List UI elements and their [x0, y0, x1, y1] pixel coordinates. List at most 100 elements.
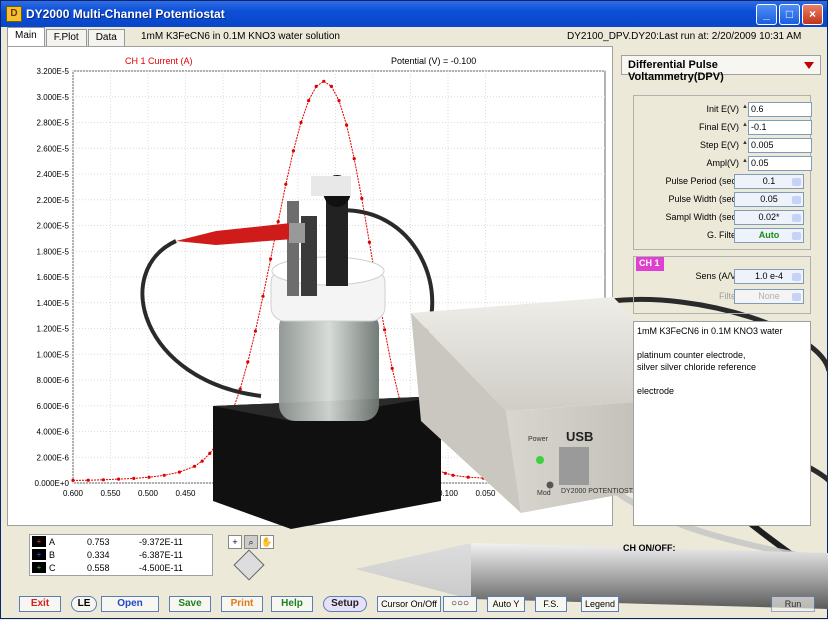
- param-select[interactable]: 0.02*: [734, 210, 804, 225]
- data-point: [527, 477, 531, 481]
- data-point: [360, 196, 364, 201]
- method-selector[interactable]: Differential Pulse Voltammetry(DPV): [621, 55, 821, 83]
- x-tick-label: 0.500: [138, 489, 159, 498]
- data-point: [322, 79, 326, 83]
- data-point: [307, 99, 311, 103]
- param-select[interactable]: 0.1: [734, 174, 804, 189]
- print-button[interactable]: Print: [221, 596, 263, 612]
- y-tick-label: 2.800E-5: [37, 119, 70, 128]
- y-tick-label: 2.000E-5: [37, 222, 70, 231]
- data-point: [253, 329, 257, 333]
- zoom-tool-icon[interactable]: ⌕: [244, 535, 258, 549]
- cursor-indicator: ○○○: [443, 596, 477, 612]
- help-button[interactable]: Help: [271, 596, 313, 612]
- param-select[interactable]: 0.05: [734, 192, 804, 207]
- le-button[interactable]: LE: [71, 596, 97, 612]
- param-input[interactable]: -0.1: [748, 120, 812, 135]
- y-tick-label: 1.400E-5: [37, 299, 70, 308]
- pan-tool-icon[interactable]: ✋: [260, 535, 274, 549]
- y-tick-label: 2.000E-6: [37, 453, 70, 462]
- cursor-table: + A 0.753 -9.372E-11 + B 0.334 -6.387E-1…: [29, 534, 213, 576]
- channel-settings: CH 1 Sens (A/V) 1.0 e-4 Filter None: [633, 256, 811, 314]
- data-point: [512, 477, 516, 481]
- potential-readout: Potential (V) = -0.100: [391, 56, 476, 66]
- full-scale-button[interactable]: F.S.: [535, 596, 567, 612]
- y-tick-label: 3.000E-5: [37, 93, 70, 102]
- y-tick-label: 0.000E+0: [35, 479, 70, 488]
- data-point: [86, 478, 90, 482]
- data-point: [162, 473, 166, 477]
- notes-line-3: silver silver chloride reference: [637, 362, 757, 372]
- setup-button[interactable]: Setup: [323, 596, 367, 612]
- spinner-icon[interactable]: ▲▼: [742, 158, 754, 170]
- spinner-icon[interactable]: ▲▼: [742, 104, 754, 116]
- data-point: [588, 478, 592, 482]
- spinner-icon[interactable]: ▲▼: [742, 140, 754, 152]
- y-tick-label: 6.000E-6: [37, 402, 70, 411]
- crosshair-tool-icon[interactable]: +: [228, 535, 242, 549]
- param-row: G. Filter Auto: [634, 228, 812, 244]
- data-point: [413, 441, 417, 445]
- notes-textbox[interactable]: 1mM K3FeCN6 in 0.1M KNO3 water platinum …: [633, 321, 811, 526]
- cursor-x: 0.558: [87, 562, 110, 573]
- data-point: [291, 149, 295, 153]
- cursor-y: -4.500E-11: [139, 562, 183, 573]
- data-point: [276, 220, 280, 224]
- data-point: [231, 409, 235, 413]
- param-label: Step E(V): [699, 140, 739, 150]
- y-tick-label: 1.800E-5: [37, 247, 70, 256]
- param-input[interactable]: 0.05: [748, 156, 812, 171]
- spinner-icon[interactable]: ▲▼: [742, 122, 754, 134]
- cursor-row-c[interactable]: + C 0.558 -4.500E-11: [30, 561, 212, 574]
- data-point: [208, 451, 212, 455]
- exit-button[interactable]: Exit: [19, 596, 61, 612]
- filter-select[interactable]: None: [734, 289, 804, 304]
- y-tick-label: 4.000E-6: [37, 428, 70, 437]
- cursor-a-icon: +: [32, 536, 46, 547]
- data-point: [573, 478, 577, 482]
- parameter-group: Init E(V)▲▼0.6Final E(V)▲▼-0.1Step E(V)▲…: [633, 95, 812, 250]
- param-input[interactable]: 0.6: [748, 102, 812, 117]
- notes-line-4: electrode: [637, 386, 675, 396]
- data-point: [238, 387, 242, 391]
- data-point: [481, 476, 485, 480]
- param-select[interactable]: Auto: [734, 228, 804, 243]
- data-point: [603, 478, 607, 482]
- param-row: Pulse Width (sec) 0.05: [634, 192, 812, 208]
- param-input[interactable]: 0.005: [748, 138, 812, 153]
- run-button[interactable]: Run: [771, 596, 815, 612]
- data-point: [215, 441, 219, 445]
- notes-line-2: platinum counter electrode,: [637, 350, 746, 360]
- data-point: [261, 294, 265, 298]
- auto-y-button[interactable]: Auto Y: [487, 596, 525, 612]
- legend-button[interactable]: Legend: [581, 596, 619, 612]
- x-tick-label: 0.350: [250, 489, 271, 498]
- param-row: Step E(V)▲▼0.005: [634, 138, 812, 154]
- param-row: Pulse Period (sec) 0.1: [634, 174, 812, 190]
- cursor-toggle-button[interactable]: Cursor On/Off: [377, 596, 441, 612]
- data-point: [436, 468, 440, 472]
- sens-label: Sens (A/V): [695, 271, 739, 281]
- param-row: Init E(V)▲▼0.6: [634, 102, 812, 118]
- cursor-row-b[interactable]: + B 0.334 -6.387E-11: [30, 548, 212, 561]
- data-point: [246, 360, 250, 364]
- x-tick-label: 0.050: [475, 489, 496, 498]
- x-tick-label: 0.400: [213, 489, 234, 498]
- sens-select[interactable]: 1.0 e-4: [734, 269, 804, 284]
- data-point: [193, 464, 197, 468]
- data-point: [421, 454, 425, 458]
- data-point: [375, 285, 379, 289]
- app-window: D DY2000 Multi-Channel Potentiostat _ □ …: [0, 0, 828, 619]
- x-tick-label: 0.100: [438, 489, 459, 498]
- param-row: Final E(V)▲▼-0.1: [634, 120, 812, 136]
- data-point: [451, 473, 455, 477]
- cursor-name: C: [49, 562, 56, 573]
- plot-area: [72, 70, 606, 484]
- data-point: [352, 157, 356, 161]
- y-tick-label: 2.600E-5: [37, 144, 70, 153]
- y-tick-label: 3.200E-5: [37, 67, 70, 76]
- save-button[interactable]: Save: [169, 596, 211, 612]
- open-button[interactable]: Open: [101, 596, 159, 612]
- data-point: [132, 476, 136, 480]
- cursor-row-a[interactable]: + A 0.753 -9.372E-11: [30, 535, 212, 548]
